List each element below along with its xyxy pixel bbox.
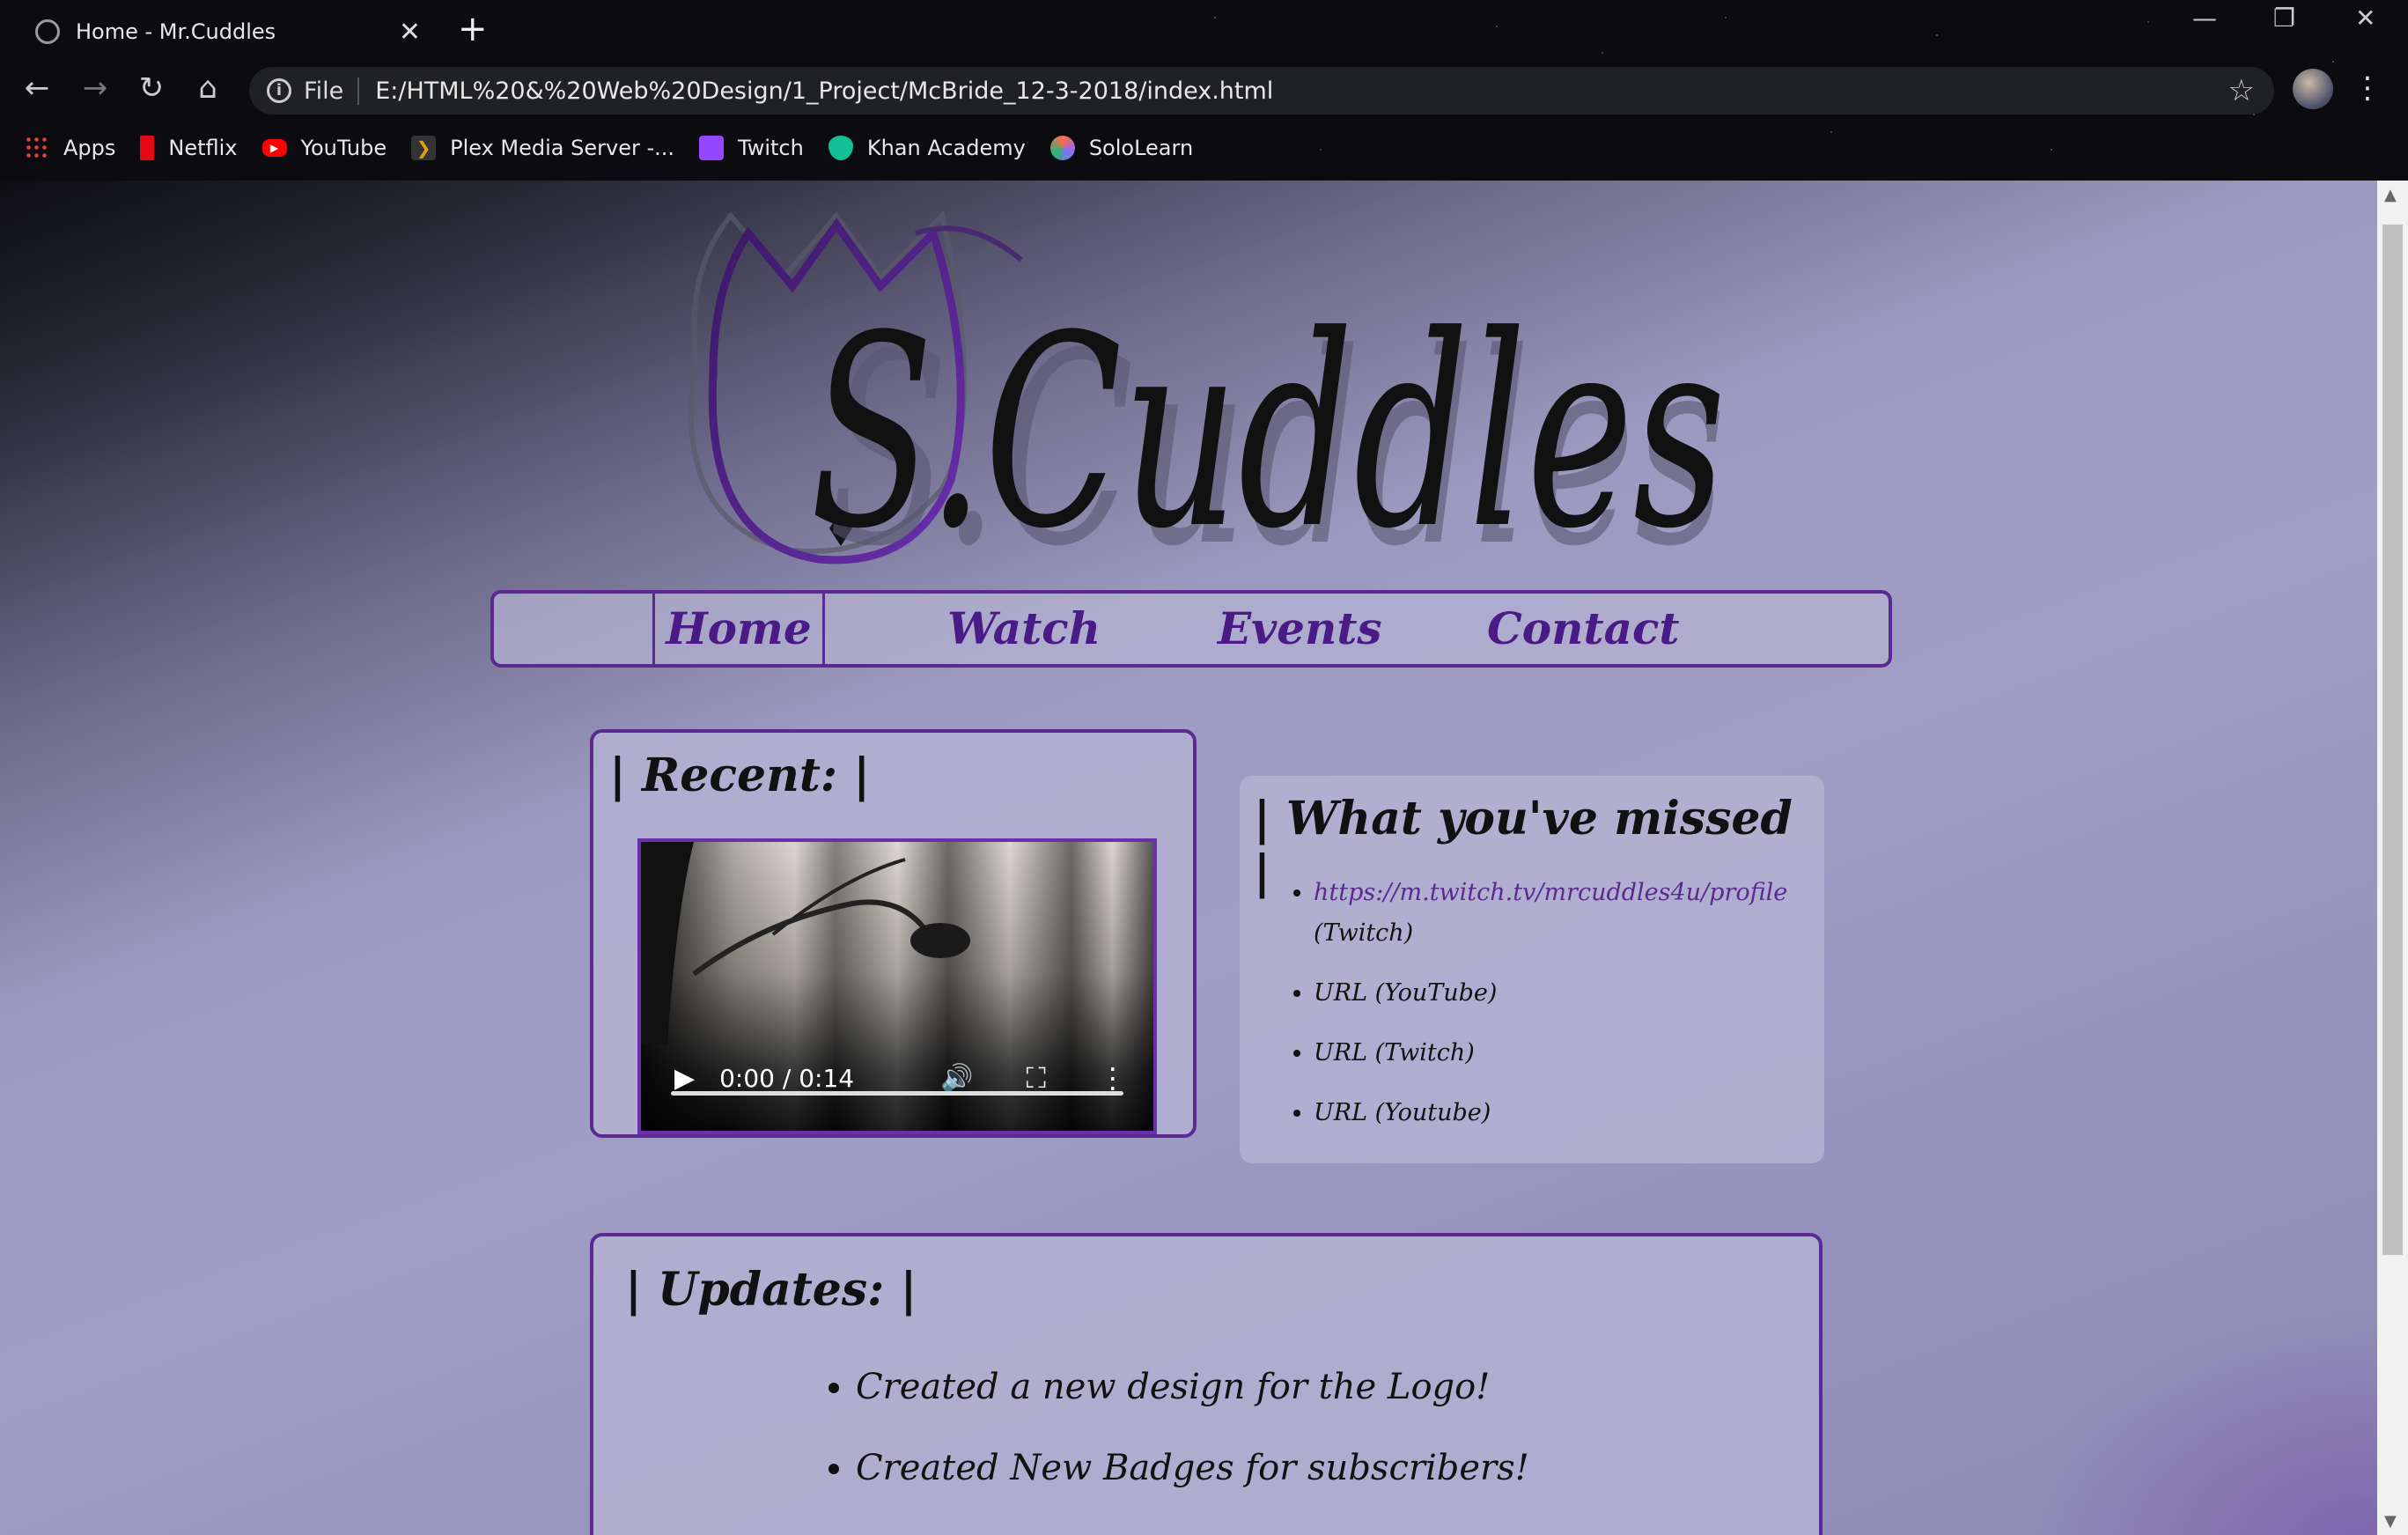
bookmark-star-icon[interactable]: ☆ [2228, 73, 2255, 108]
more-options-icon[interactable]: ⋮ [1099, 1061, 1127, 1095]
nav-watch[interactable]: Watch [947, 594, 1101, 664]
bookmark-khan-academy[interactable]: Khan Academy [828, 136, 1026, 160]
list-item: URL (Youtube) [1314, 1093, 1807, 1133]
browser-chrome: Home - Mr.Cuddles ✕ + — ❐ ✕ ← → ↻ ⌂ i Fi… [0, 0, 2408, 181]
address-bar[interactable]: i File E:/HTML%20&%20Web%20Design/1_Proj… [249, 67, 2274, 114]
list-item: URL (Twitch) [1314, 1033, 1807, 1074]
netflix-icon [140, 136, 155, 160]
updates-section: | Updates: | Created a new design for th… [590, 1233, 1823, 1535]
video-seek-bar[interactable] [671, 1091, 1123, 1096]
recent-section: | Recent: | ▶ 0:00 / 0:14 🔊 ⛶ ⋮ [590, 729, 1197, 1138]
twitch-icon [699, 136, 725, 160]
list-item: Created New Badges for subscribers! [856, 1428, 1529, 1509]
site-logo: S.Cuddles S.Cuddles [688, 210, 1726, 568]
bookmark-label: Khan Academy [866, 136, 1026, 160]
recent-heading: | Recent: | [609, 749, 871, 802]
nav-home[interactable]: Home [652, 594, 825, 664]
profile-avatar[interactable] [2293, 69, 2333, 109]
bookmark-plex[interactable]: ❯ Plex Media Server -... [411, 136, 674, 160]
link-suffix: (Twitch) [1314, 919, 1414, 947]
video-player[interactable]: ▶ 0:00 / 0:14 🔊 ⛶ ⋮ [637, 838, 1157, 1134]
browser-tab[interactable]: Home - Mr.Cuddles ✕ [16, 5, 430, 58]
main-nav: Home Watch Events Contact [490, 590, 1892, 668]
volume-icon[interactable]: 🔊 [940, 1063, 973, 1094]
home-icon[interactable]: ⌂ [190, 70, 225, 106]
close-window-icon[interactable]: ✕ [2355, 4, 2375, 33]
missed-list: https://m.twitch.tv/mrcuddles4u/profile … [1266, 873, 1807, 1153]
video-time: 0:00 / 0:14 [719, 1063, 855, 1093]
fullscreen-icon[interactable]: ⛶ [1026, 1061, 1045, 1096]
bookmark-sololearn[interactable]: SoloLearn [1049, 136, 1194, 160]
list-item: Created a new design for the Logo! [856, 1347, 1529, 1428]
sololearn-icon [1049, 136, 1075, 160]
video-frame [641, 842, 970, 1044]
bookmark-label: Netflix [168, 136, 238, 160]
youtube-icon: ▶ [261, 139, 287, 157]
video-controls: ▶ 0:00 / 0:14 🔊 ⛶ ⋮ [641, 1025, 1153, 1131]
logo-text: S.Cuddles [810, 279, 1726, 568]
restore-icon[interactable]: ❐ [2273, 4, 2295, 33]
apps-grid-icon [25, 136, 49, 160]
address-scheme-label: File [304, 77, 360, 105]
browser-menu-icon[interactable]: ⋮ [2353, 70, 2382, 106]
missed-section: | What you've missed | https://m.twitch.… [1240, 776, 1824, 1163]
bookmark-label: Twitch [738, 136, 804, 160]
scroll-up-icon[interactable]: ▲ [2384, 186, 2397, 204]
web-page: S.Cuddles S.Cuddles Home Watch Events Co… [0, 181, 2377, 1535]
nav-contact[interactable]: Contact [1487, 594, 1680, 664]
bookmark-label: Apps [63, 136, 116, 160]
khan-academy-icon [828, 136, 853, 160]
list-item: https://m.twitch.tv/mrcuddles4u/profile … [1314, 873, 1807, 954]
minimize-icon[interactable]: — [2192, 4, 2217, 33]
scroll-down-icon[interactable]: ▼ [2384, 1512, 2397, 1531]
scrollbar-thumb[interactable] [2382, 225, 2403, 1255]
url-text[interactable]: E:/HTML%20&%20Web%20Design/1_Project/McB… [375, 77, 1273, 105]
bookmark-label: YouTube [300, 136, 387, 160]
globe-icon [35, 19, 60, 44]
plex-icon: ❯ [411, 136, 437, 160]
bookmark-label: SoloLearn [1088, 136, 1194, 160]
tab-title: Home - Mr.Cuddles [76, 19, 276, 44]
page-scrollbar[interactable]: ▲ ▼ [2377, 181, 2408, 1535]
updates-list: Created a new design for the Logo! Creat… [821, 1347, 1529, 1509]
updates-heading: | Updates: | [625, 1263, 917, 1317]
info-icon[interactable]: i [267, 78, 291, 103]
nav-events[interactable]: Events [1218, 594, 1382, 664]
new-tab-button[interactable]: + [458, 9, 488, 49]
list-item: URL (YouTube) [1314, 973, 1807, 1014]
bookmark-twitch[interactable]: Twitch [699, 136, 804, 160]
bookmark-youtube[interactable]: ▶ YouTube [261, 136, 387, 160]
browser-toolbar: ← → ↻ ⌂ i File E:/HTML%20&%20Web%20Desig… [0, 63, 2408, 118]
bookmark-netflix[interactable]: Netflix [140, 136, 238, 160]
twitch-profile-link[interactable]: https://m.twitch.tv/mrcuddles4u/profile [1314, 879, 1787, 906]
reload-icon[interactable]: ↻ [134, 70, 169, 106]
back-icon[interactable]: ← [19, 70, 55, 106]
bookmark-label: Plex Media Server -... [450, 136, 675, 160]
close-tab-icon[interactable]: ✕ [399, 17, 421, 48]
forward-icon[interactable]: → [77, 70, 113, 106]
play-icon[interactable]: ▶ [674, 1063, 695, 1094]
bookmarks-bar: Apps Netflix ▶ YouTube ❯ Plex Media Serv… [0, 123, 1193, 173]
bookmark-apps[interactable]: Apps [25, 136, 115, 160]
